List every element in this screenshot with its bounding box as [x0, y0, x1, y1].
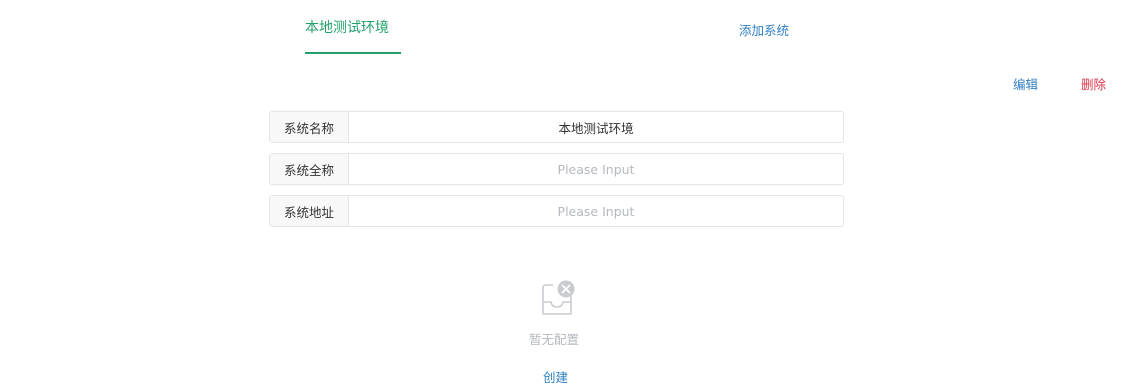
empty-state-text: 暂无配置	[529, 332, 580, 347]
system-name-label: 系统名称	[270, 112, 349, 142]
system-config-page: 本地测试环境 添加系统 编辑 删除 系统名称 系统全称 系统地址 暂无配置 创建	[0, 0, 1129, 391]
system-url-label: 系统地址	[270, 196, 349, 226]
system-name-input[interactable]	[349, 112, 843, 142]
add-system-tab[interactable]: 添加系统	[739, 20, 789, 39]
active-tab-indicator	[305, 52, 401, 54]
edit-button[interactable]: 编辑	[1013, 74, 1038, 93]
system-url-row: 系统地址	[269, 195, 844, 227]
system-fullname-row: 系统全称	[269, 153, 844, 185]
delete-button[interactable]: 删除	[1081, 74, 1106, 93]
tab-local-test-env[interactable]: 本地测试环境	[305, 17, 389, 37]
system-url-input[interactable]	[349, 196, 843, 226]
system-fullname-label: 系统全称	[270, 154, 349, 184]
empty-inbox-icon	[539, 280, 577, 318]
system-name-row: 系统名称	[269, 111, 844, 143]
create-button[interactable]: 创建	[543, 367, 568, 386]
system-fullname-input[interactable]	[349, 154, 843, 184]
